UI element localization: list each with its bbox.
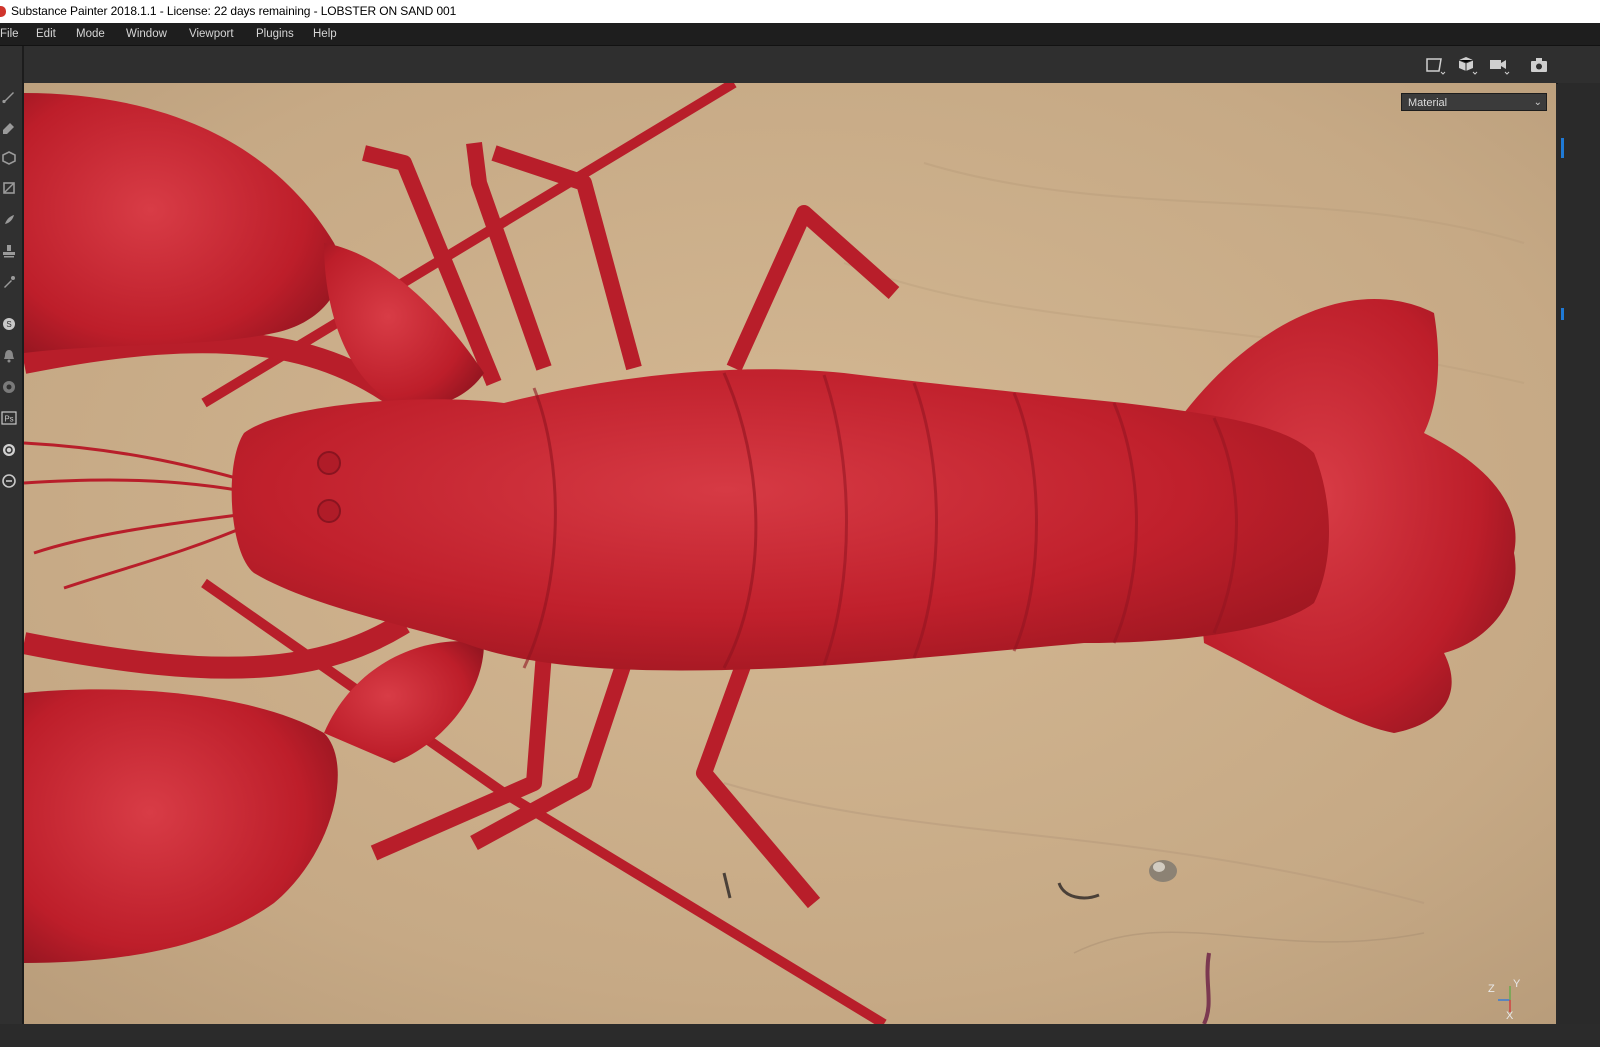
panel-tab-indicator-2[interactable] <box>1561 308 1564 320</box>
3d-viewport[interactable]: Material ⌄ Z Y X <box>24 83 1556 1024</box>
menu-bar: File Edit Mode Window Viewport Plugins H… <box>0 23 1600 46</box>
material-mode-select[interactable]: Material ⌄ <box>1401 93 1547 111</box>
polygon-fill-icon[interactable] <box>1 180 17 196</box>
bell-icon[interactable] <box>1 348 17 364</box>
menu-help[interactable]: Help <box>313 23 337 45</box>
search-icon[interactable] <box>1 442 17 458</box>
clone-stamp-icon[interactable] <box>1 243 17 259</box>
chevron-down-icon: ⌄ <box>1533 97 1542 108</box>
menu-viewport[interactable]: Viewport <box>189 23 234 45</box>
lobster-render <box>24 83 1556 1024</box>
right-panel-strip <box>1558 83 1600 1047</box>
eraser-icon[interactable] <box>1 119 17 135</box>
window-title-bar: Substance Painter 2018.1.1 - License: 22… <box>0 0 1600 23</box>
photoshop-icon[interactable]: Ps <box>1 410 17 426</box>
photoshop-icon-label: Ps <box>4 415 13 424</box>
menu-edit[interactable]: Edit <box>36 23 56 45</box>
axis-gizmo: Z Y X <box>1488 978 1532 1022</box>
material-mode-value: Material <box>1408 97 1448 109</box>
substance-icon[interactable]: S <box>1 316 17 332</box>
substance-share-icon[interactable] <box>1 379 17 395</box>
axis-z-label: Z <box>1488 983 1495 995</box>
axis-x-label: X <box>1506 1010 1514 1022</box>
menu-plugins[interactable]: Plugins <box>256 23 294 45</box>
camera-icon[interactable] <box>1488 54 1510 76</box>
window-title: Substance Painter 2018.1.1 - License: 22… <box>11 4 457 18</box>
panel-tab-indicator[interactable] <box>1561 138 1564 158</box>
projection-icon[interactable] <box>1 150 17 166</box>
status-bar <box>0 1024 1600 1047</box>
3d-view-icon[interactable] <box>1456 54 1478 76</box>
menu-file[interactable]: File <box>0 23 19 45</box>
app-logo-icon <box>0 6 6 17</box>
color-picker-icon[interactable] <box>1 274 17 290</box>
settings-icon[interactable] <box>1 473 17 489</box>
smudge-icon[interactable] <box>1 212 17 228</box>
menu-window[interactable]: Window <box>126 23 167 45</box>
screenshot-icon[interactable] <box>1528 54 1550 76</box>
menu-mode[interactable]: Mode <box>76 23 105 45</box>
svg-text:S: S <box>6 320 11 329</box>
2d-view-icon[interactable] <box>1424 54 1446 76</box>
paint-brush-icon[interactable] <box>1 88 17 104</box>
tools-sidebar: S Ps <box>0 46 24 1047</box>
axis-y-label: Y <box>1513 978 1521 990</box>
viewport-toolbar <box>24 46 1600 84</box>
